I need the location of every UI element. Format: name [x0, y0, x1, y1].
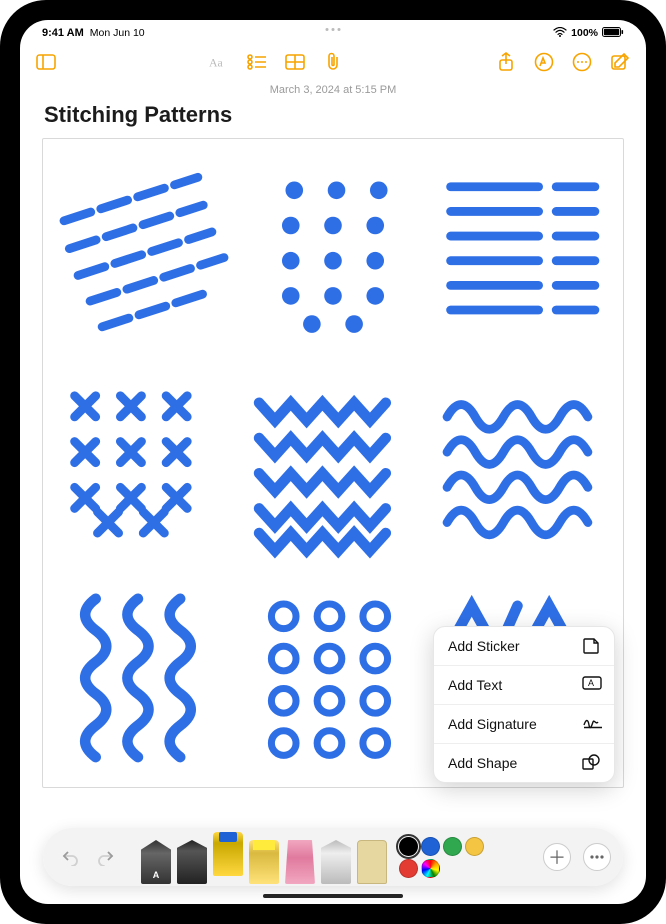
swatch-black[interactable]	[399, 837, 418, 856]
text-format-icon[interactable]: Aa	[209, 52, 229, 72]
pattern-crosses	[57, 364, 233, 561]
pattern-diagonal-dashes	[57, 155, 233, 352]
palette-add-button[interactable]: ＋	[543, 843, 571, 871]
battery-icon	[602, 27, 624, 40]
undo-button[interactable]	[55, 842, 85, 872]
popover-label: Add Shape	[448, 755, 517, 771]
palette-more-button[interactable]	[583, 843, 611, 871]
sidebar-toggle-icon[interactable]	[36, 52, 56, 72]
svg-text:Aa: Aa	[209, 56, 224, 70]
compose-icon[interactable]	[610, 52, 630, 72]
note-timestamp: March 3, 2024 at 5:15 PM	[20, 84, 646, 96]
markup-toggle-icon[interactable]	[534, 52, 554, 72]
popover-label: Add Text	[448, 677, 502, 693]
status-time: 9:41 AM	[42, 27, 84, 39]
checklist-icon[interactable]	[247, 52, 267, 72]
tool-highlighter[interactable]	[249, 840, 279, 884]
status-bar: 9:41 AM Mon Jun 10 100%	[20, 20, 646, 42]
popover-add-shape[interactable]: Add Shape	[434, 744, 614, 782]
attachment-icon[interactable]	[323, 52, 343, 72]
multitask-dots[interactable]	[326, 28, 341, 31]
popover-add-signature[interactable]: Add Signature	[434, 705, 614, 744]
tool-handwriting-pen[interactable]	[141, 840, 171, 884]
swatch-green[interactable]	[443, 837, 462, 856]
table-icon[interactable]	[285, 52, 305, 72]
sticker-icon	[582, 637, 600, 655]
pattern-dots	[245, 155, 421, 352]
popover-add-sticker[interactable]: Add Sticker	[434, 627, 614, 666]
pattern-open-circles	[245, 574, 421, 771]
pattern-zigzag	[245, 364, 421, 561]
svg-text:A: A	[588, 678, 594, 688]
color-swatches	[399, 837, 491, 878]
more-icon[interactable]	[572, 52, 592, 72]
redo-button[interactable]	[91, 842, 121, 872]
popover-label: Add Sticker	[448, 638, 520, 654]
tool-ruler[interactable]	[357, 840, 387, 884]
signature-icon	[582, 715, 600, 733]
pattern-vertical-wave	[57, 574, 233, 771]
battery-pct: 100%	[571, 27, 598, 39]
tool-fine-pen[interactable]	[177, 840, 207, 884]
app-toolbar: Aa	[20, 42, 646, 82]
add-popover: Add Sticker Add Text A Add Signature Add…	[433, 626, 615, 783]
tool-eraser[interactable]	[285, 840, 315, 884]
swatch-yellow[interactable]	[465, 837, 484, 856]
tool-marker[interactable]	[213, 832, 243, 876]
shape-icon	[582, 754, 600, 772]
swatch-picker[interactable]	[421, 859, 440, 878]
wifi-icon	[553, 27, 567, 40]
swatch-red[interactable]	[399, 859, 418, 878]
popover-label: Add Signature	[448, 716, 537, 732]
pattern-loose-wave	[433, 364, 609, 561]
textbox-icon: A	[582, 676, 600, 694]
status-date: Mon Jun 10	[90, 27, 145, 39]
pattern-horizontal-lines	[433, 155, 609, 352]
popover-add-text[interactable]: Add Text A	[434, 666, 614, 705]
drawing-canvas[interactable]: Add Sticker Add Text A Add Signature Add…	[42, 138, 624, 788]
tool-pencil[interactable]	[321, 840, 351, 884]
home-indicator[interactable]	[263, 894, 403, 898]
markup-palette: ＋	[43, 828, 623, 886]
share-icon[interactable]	[496, 52, 516, 72]
note-title[interactable]: Stitching Patterns	[20, 96, 646, 138]
swatch-blue[interactable]	[421, 837, 440, 856]
